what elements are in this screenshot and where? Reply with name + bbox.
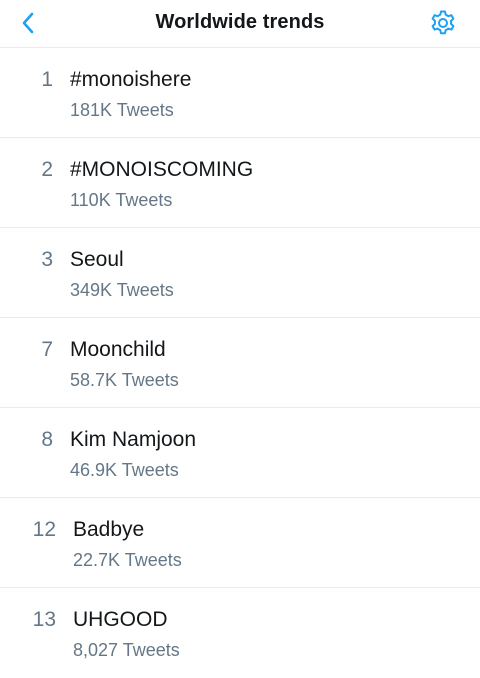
- trend-item[interactable]: 2 #MONOISCOMING 110K Tweets: [0, 138, 480, 228]
- trend-rank: 2: [41, 158, 53, 181]
- trend-item[interactable]: 8 Kim Namjoon 46.9K Tweets: [0, 408, 480, 498]
- settings-button[interactable]: [428, 8, 458, 38]
- trend-item[interactable]: 7 Moonchild 58.7K Tweets: [0, 318, 480, 408]
- trend-name: Moonchild: [70, 338, 166, 361]
- trend-tweet-count: 46.9K Tweets: [70, 460, 179, 480]
- trend-name: Seoul: [70, 248, 124, 271]
- trend-rank: 13: [32, 608, 56, 631]
- trend-item[interactable]: 3 Seoul 349K Tweets: [0, 228, 480, 318]
- trend-item[interactable]: 1 #monoishere 181K Tweets: [0, 48, 480, 138]
- trend-name: #monoishere: [70, 68, 192, 91]
- trend-tweet-count: 8,027 Tweets: [73, 640, 180, 660]
- trend-name: Badbye: [73, 518, 145, 541]
- nav-header: Worldwide trends: [0, 0, 480, 48]
- trend-rank: 3: [41, 248, 53, 271]
- trend-rank: 7: [41, 338, 53, 361]
- page-title: Worldwide trends: [155, 11, 325, 33]
- trend-tweet-count: 58.7K Tweets: [70, 370, 179, 390]
- trend-tweet-count: 110K Tweets: [70, 190, 173, 210]
- trend-item[interactable]: 12 Badbye 22.7K Tweets: [0, 498, 480, 588]
- trend-name: #MONOISCOMING: [70, 158, 254, 181]
- trend-item[interactable]: 13 UHGOOD 8,027 Tweets: [0, 588, 480, 678]
- trend-rank: 12: [32, 518, 56, 541]
- trend-name: UHGOOD: [73, 608, 168, 631]
- trend-tweet-count: 349K Tweets: [70, 280, 174, 300]
- trend-rank: 1: [41, 68, 53, 91]
- trend-rank: 8: [41, 428, 53, 451]
- trends-list: 1 #monoishere 181K Tweets 2 #MONOISCOMIN…: [0, 48, 480, 678]
- trend-tweet-count: 181K Tweets: [70, 100, 174, 120]
- trend-tweet-count: 22.7K Tweets: [73, 550, 182, 570]
- trend-name: Kim Namjoon: [70, 428, 197, 451]
- gear-icon: [431, 10, 455, 35]
